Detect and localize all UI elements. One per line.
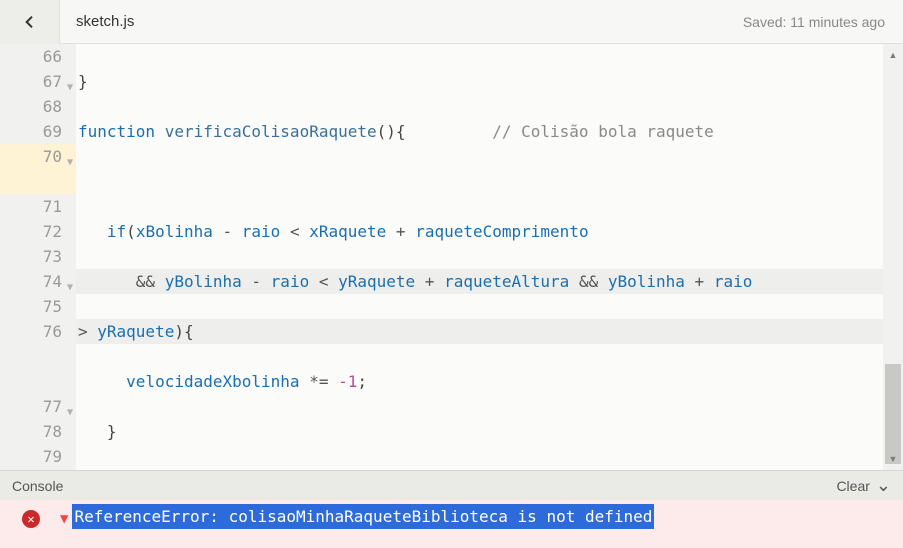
- chevron-down-icon: ⌄: [876, 475, 891, 496]
- code-token: yBolinha: [165, 272, 242, 291]
- code-token: velocidadeXbolinha: [126, 372, 299, 391]
- code-token: raio: [714, 272, 753, 291]
- code-token: (: [126, 222, 136, 241]
- code-token: ;: [357, 372, 367, 391]
- code-token: yBolinha: [608, 272, 685, 291]
- code-area[interactable]: } function verificaColisaoRaquete(){ // …: [76, 44, 883, 470]
- gutter-line: 71: [0, 194, 76, 219]
- gutter-line: 67: [0, 69, 76, 94]
- gutter: 66676869707172737475767778798081: [0, 44, 76, 470]
- code-token: yRaquete: [338, 272, 415, 291]
- code-token: if: [107, 222, 126, 241]
- code-token: xBolinha: [136, 222, 213, 241]
- error-message: ReferenceError: colisaoMinhaRaqueteBibli…: [72, 504, 654, 529]
- code-token: function: [78, 122, 155, 141]
- scroll-down-icon[interactable]: ▼: [883, 448, 903, 470]
- scrollbar[interactable]: ▲ ▼: [883, 44, 903, 470]
- code-token: raqueteAltura: [444, 272, 569, 291]
- code-token: (){: [377, 122, 406, 141]
- gutter-line: [0, 369, 76, 394]
- scroll-up-icon[interactable]: ▲: [883, 44, 903, 66]
- code-token: +: [685, 272, 714, 291]
- chevron-left-icon: [22, 14, 38, 30]
- gutter-line: [0, 344, 76, 369]
- gutter-line: 79: [0, 444, 76, 469]
- gutter-line: 75: [0, 294, 76, 319]
- code-token: <: [309, 272, 338, 291]
- code-token: &&: [136, 272, 165, 291]
- code-token: -: [213, 222, 242, 241]
- error-icon: ✕: [22, 510, 40, 528]
- code-token: *=: [300, 372, 339, 391]
- gutter-line: 66: [0, 44, 76, 69]
- code-token: yRaquete: [97, 322, 174, 341]
- gutter-line: 77: [0, 394, 76, 419]
- gutter-line: 78: [0, 419, 76, 444]
- gutter-line: 76: [0, 319, 76, 344]
- gutter-line: 70: [0, 144, 76, 169]
- console-title: Console: [12, 478, 63, 494]
- code-token: raqueteComprimento: [415, 222, 588, 241]
- code-token: ){: [174, 322, 193, 341]
- code-token: +: [386, 222, 415, 241]
- gutter-line: [0, 169, 76, 194]
- console-header: Console Clear ⌄: [0, 470, 903, 500]
- gutter-line: 72: [0, 219, 76, 244]
- code-token: raio: [271, 272, 310, 291]
- code-token: -: [242, 272, 271, 291]
- gutter-line: 68: [0, 94, 76, 119]
- code-token: &&: [569, 272, 608, 291]
- error-arrow-icon: ▼: [60, 511, 68, 527]
- gutter-line: 74: [0, 269, 76, 294]
- code-editor[interactable]: 66676869707172737475767778798081 } funct…: [0, 44, 903, 470]
- console-output: ✕ ▼ ReferenceError: colisaoMinhaRaqueteB…: [0, 500, 903, 548]
- editor-header: sketch.js Saved: 11 minutes ago: [0, 0, 903, 44]
- code-token: >: [78, 322, 97, 341]
- code-comment: // Colisão bola raquete: [492, 122, 714, 141]
- code-token: raio: [242, 222, 281, 241]
- code-token: verificaColisaoRaquete: [165, 122, 377, 141]
- gutter-line: 69: [0, 119, 76, 144]
- code-token: xRaquete: [309, 222, 386, 241]
- code-token: }: [78, 72, 88, 91]
- clear-label: Clear: [836, 478, 869, 494]
- code-token: }: [107, 422, 117, 441]
- code-token: <: [280, 222, 309, 241]
- code-token: -1: [338, 372, 357, 391]
- saved-status: Saved: 11 minutes ago: [743, 14, 903, 30]
- back-button[interactable]: [0, 0, 60, 44]
- console-clear-button[interactable]: Clear ⌄: [836, 475, 891, 496]
- code-token: +: [415, 272, 444, 291]
- gutter-line: 73: [0, 244, 76, 269]
- gutter-line: 80: [0, 469, 76, 470]
- filename-label: sketch.js: [60, 13, 134, 30]
